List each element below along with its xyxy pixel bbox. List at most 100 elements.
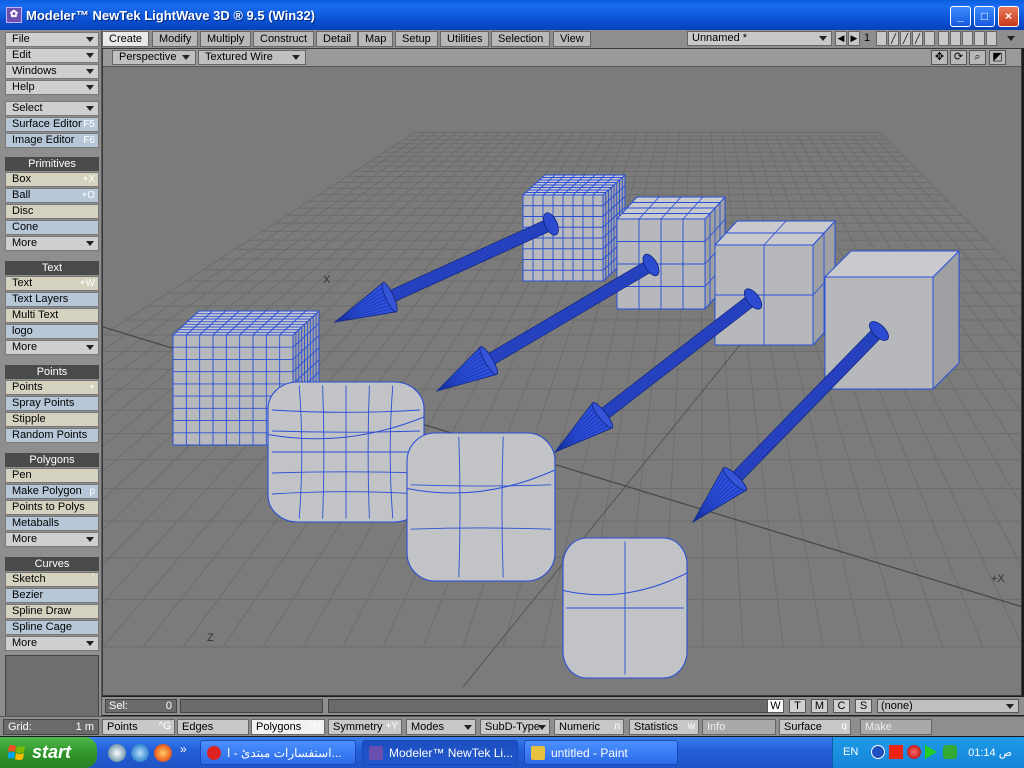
close-button[interactable]: × bbox=[998, 6, 1019, 27]
surface-editor-button[interactable]: Surface Editor F5 bbox=[5, 117, 99, 132]
primitives-cone-button[interactable]: Cone bbox=[5, 220, 99, 235]
numeric-mode-button[interactable]: Numeric n bbox=[554, 719, 624, 735]
surface-mode-button[interactable]: Surface q bbox=[779, 719, 851, 735]
text-more-button[interactable]: More bbox=[5, 340, 99, 355]
curves-more-button[interactable]: More bbox=[5, 636, 99, 651]
statistics-mode-button[interactable]: Statistics w bbox=[629, 719, 699, 735]
points-mode-button[interactable]: Points ^G bbox=[102, 719, 175, 735]
language-indicator[interactable]: EN bbox=[843, 746, 858, 758]
text-multi-text-button[interactable]: Multi Text bbox=[5, 308, 99, 323]
polygons-metaballs-button[interactable]: Metaballs bbox=[5, 516, 99, 531]
windows-menu[interactable]: Windows bbox=[5, 64, 99, 79]
document-select[interactable]: Unnamed * bbox=[687, 31, 832, 46]
select-menu[interactable]: Select bbox=[5, 101, 99, 116]
scene-view[interactable]: X +X Z bbox=[103, 67, 1022, 696]
cube-back-3[interactable] bbox=[714, 220, 836, 346]
rounded-cube-4[interactable] bbox=[562, 537, 688, 679]
quicklaunch-expand-icon[interactable]: » bbox=[180, 742, 187, 756]
antivirus-icon[interactable] bbox=[889, 745, 903, 759]
points-random-points-button[interactable]: Random Points bbox=[5, 428, 99, 443]
file-menu[interactable]: File bbox=[5, 32, 99, 47]
layer-4-button[interactable] bbox=[912, 31, 923, 46]
text-text-layers-button[interactable]: Text Layers bbox=[5, 292, 99, 307]
surface-select[interactable]: (none) bbox=[877, 699, 1019, 713]
maximize-button[interactable]: □ bbox=[974, 6, 995, 27]
tab-setup[interactable]: Setup bbox=[395, 31, 438, 47]
polygons-make-polygon-button[interactable]: Make Polygon p bbox=[5, 484, 99, 499]
layer-menu-button[interactable] bbox=[1002, 31, 1018, 46]
wtmcs-m-button[interactable]: M bbox=[811, 699, 828, 713]
move-icon[interactable]: ✥ bbox=[931, 50, 948, 65]
points-stipple-button[interactable]: Stipple bbox=[5, 412, 99, 427]
tray-app-icon[interactable] bbox=[943, 745, 957, 759]
help-menu[interactable]: Help bbox=[5, 80, 99, 95]
play-icon[interactable] bbox=[925, 745, 937, 759]
rounded-cube-3[interactable] bbox=[406, 432, 556, 582]
polygons-more-button[interactable]: More bbox=[5, 532, 99, 547]
wtmcs-w-button[interactable]: W bbox=[767, 699, 784, 713]
layer-3-button[interactable] bbox=[900, 31, 911, 46]
symmetry-mode-button[interactable]: Symmetry +Y bbox=[328, 719, 402, 735]
edit-menu[interactable]: Edit bbox=[5, 48, 99, 63]
internet-explorer-icon[interactable] bbox=[131, 744, 149, 762]
edges-mode-button[interactable]: Edges bbox=[177, 719, 249, 735]
next-object-button[interactable]: ▶ bbox=[848, 31, 860, 46]
layer-8-button[interactable] bbox=[962, 31, 973, 46]
perspective-viewport[interactable]: Perspective Textured Wire ✥ ⟳ ⌕ ◩ X +X Z bbox=[102, 48, 1022, 696]
rotate-icon[interactable]: ⟳ bbox=[950, 50, 967, 65]
curves-bezier-button[interactable]: Bezier bbox=[5, 588, 99, 603]
tab-construct[interactable]: Construct bbox=[253, 31, 315, 47]
tab-detail[interactable]: Detail bbox=[316, 31, 359, 47]
layer-5-button[interactable] bbox=[924, 31, 935, 46]
minimize-button[interactable]: _ bbox=[950, 6, 971, 27]
primitives-box-button[interactable]: Box +X bbox=[5, 172, 99, 187]
wtmcs-s-button[interactable]: S bbox=[855, 699, 872, 713]
security-alert-icon[interactable] bbox=[907, 745, 921, 759]
tab-map[interactable]: Map bbox=[358, 31, 394, 47]
task-paint-button[interactable]: untitled - Paint bbox=[524, 740, 678, 765]
task-lightwave-button[interactable]: Modeler™ NewTek Li... bbox=[362, 740, 518, 765]
polygons-pen-button[interactable]: Pen bbox=[5, 468, 99, 483]
title-bar[interactable]: ✿ Modeler™ NewTek LightWave 3D ® 9.5 (Wi… bbox=[0, 0, 1024, 30]
layer-2-button[interactable] bbox=[888, 31, 899, 46]
arrow-4[interactable] bbox=[682, 316, 895, 534]
firefox-icon[interactable] bbox=[154, 744, 172, 762]
layer-7-button[interactable] bbox=[950, 31, 961, 46]
points-spray-points-button[interactable]: Spray Points bbox=[5, 396, 99, 411]
layer-9-button[interactable] bbox=[974, 31, 985, 46]
layer-1-button[interactable] bbox=[876, 31, 887, 46]
primitives-disc-button[interactable]: Disc bbox=[5, 204, 99, 219]
image-editor-button[interactable]: Image Editor F6 bbox=[5, 133, 99, 148]
polygons-mode-button[interactable]: Polygons ^H bbox=[251, 719, 325, 735]
layer-6-button[interactable] bbox=[938, 31, 949, 46]
tab-multiply[interactable]: Multiply bbox=[200, 31, 252, 47]
wtmcs-t-button[interactable]: T bbox=[789, 699, 806, 713]
text-logo-button[interactable]: logo bbox=[5, 324, 99, 339]
cube-back-2[interactable] bbox=[616, 196, 726, 310]
prev-object-button[interactable]: ◀ bbox=[835, 31, 847, 46]
primitives-more-button[interactable]: More bbox=[5, 236, 99, 251]
network-icon[interactable] bbox=[871, 745, 885, 759]
rounded-cube-2[interactable] bbox=[267, 381, 425, 523]
make-mode-button[interactable]: Make bbox=[860, 719, 932, 735]
modes-mode-button[interactable]: Modes bbox=[406, 719, 476, 735]
render-mode-select[interactable]: Textured Wire bbox=[198, 50, 306, 65]
maximize-viewport-icon[interactable]: ◩ bbox=[989, 50, 1006, 65]
layer-10-button[interactable] bbox=[986, 31, 997, 46]
subd-type-mode-button[interactable]: SubD-Type bbox=[480, 719, 550, 735]
info-mode-button[interactable]: Info bbox=[702, 719, 776, 735]
text-text-button[interactable]: Text +W bbox=[5, 276, 99, 291]
curves-spline-cage-button[interactable]: Spline Cage bbox=[5, 620, 99, 635]
curves-spline-draw-button[interactable]: Spline Draw bbox=[5, 604, 99, 619]
points-points-button[interactable]: Points + bbox=[5, 380, 99, 395]
tab-selection[interactable]: Selection bbox=[491, 31, 551, 47]
wtmcs-c-button[interactable]: C bbox=[833, 699, 850, 713]
primitives-ball-button[interactable]: Ball +O bbox=[5, 188, 99, 203]
tab-modify[interactable]: Modify bbox=[152, 31, 199, 47]
tab-view[interactable]: View bbox=[553, 31, 591, 47]
view-type-select[interactable]: Perspective bbox=[112, 50, 196, 65]
start-button[interactable]: start bbox=[0, 737, 97, 768]
polygons-points-to-polys-button[interactable]: Points to Polys bbox=[5, 500, 99, 515]
task-opera-button[interactable]: استفسارات مبتدئ - ا... bbox=[200, 740, 356, 765]
curves-sketch-button[interactable]: Sketch ` bbox=[5, 572, 99, 587]
